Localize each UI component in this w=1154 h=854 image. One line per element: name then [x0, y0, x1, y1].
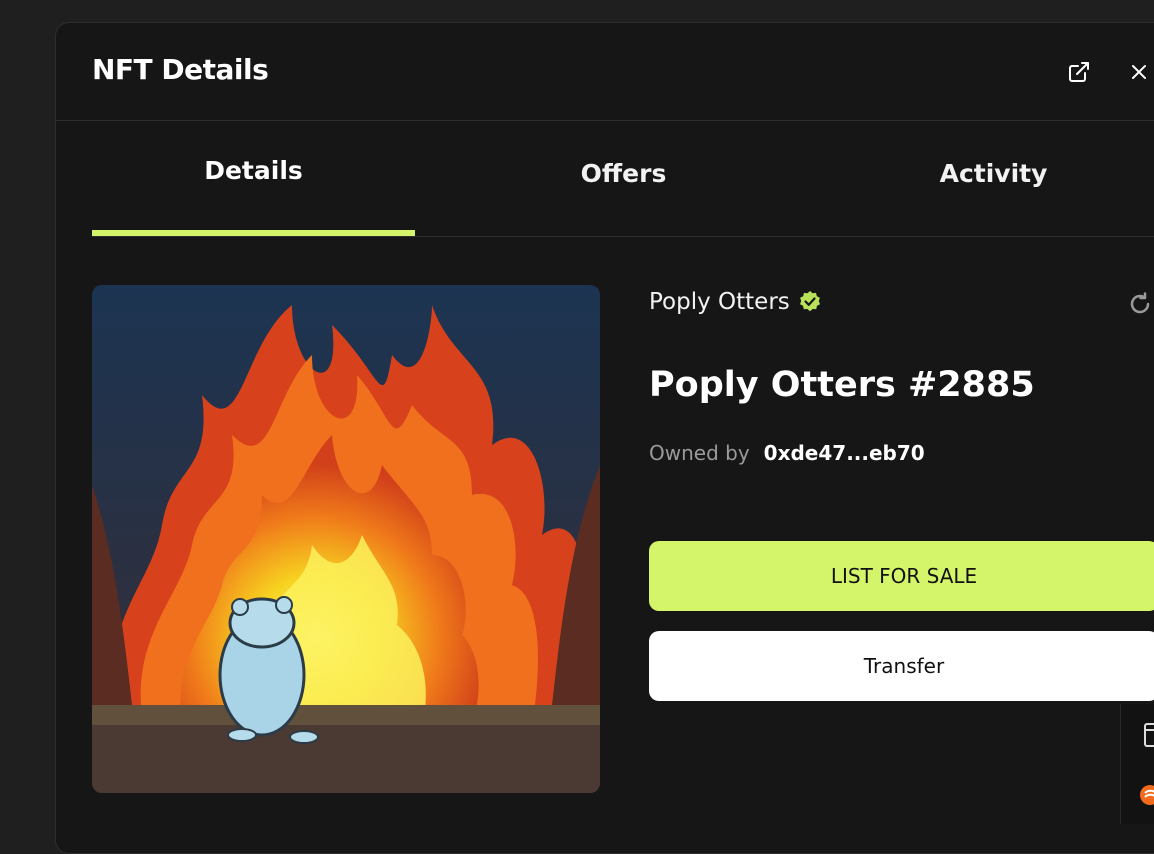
app-logo-icon [1140, 785, 1154, 805]
transfer-button[interactable]: Transfer [649, 631, 1154, 701]
open-external-button[interactable] [1066, 59, 1092, 85]
owner-address[interactable]: 0xde47...eb70 [764, 441, 925, 465]
verified-badge-icon [799, 291, 820, 312]
modal-title: NFT Details [92, 53, 269, 86]
tab-details[interactable]: Details [92, 121, 415, 236]
window-icon [1144, 723, 1154, 747]
owner-row: Owned by 0xde47...eb70 [649, 441, 925, 465]
collection-row: Poply Otters [649, 289, 822, 315]
owned-by-label: Owned by [649, 441, 750, 465]
modal-header: NFT Details [56, 23, 1154, 121]
tab-offers[interactable]: Offers [462, 121, 785, 236]
external-link-icon [1069, 62, 1089, 82]
tab-activity[interactable]: Activity [832, 121, 1154, 236]
tab-bar: Details Offers Activity [92, 121, 1154, 237]
refresh-icon[interactable] [1128, 292, 1152, 316]
close-icon [1132, 65, 1146, 79]
side-widget[interactable] [1120, 704, 1154, 824]
nft-details-modal: NFT Details Details Offers Activity Popl… [55, 22, 1154, 854]
nft-name: Poply Otters #2885 [649, 365, 1035, 405]
list-for-sale-button[interactable]: LIST FOR SALE [649, 541, 1154, 611]
nft-image [92, 285, 600, 793]
collection-name[interactable]: Poply Otters [649, 289, 790, 315]
close-button[interactable] [1126, 59, 1152, 85]
